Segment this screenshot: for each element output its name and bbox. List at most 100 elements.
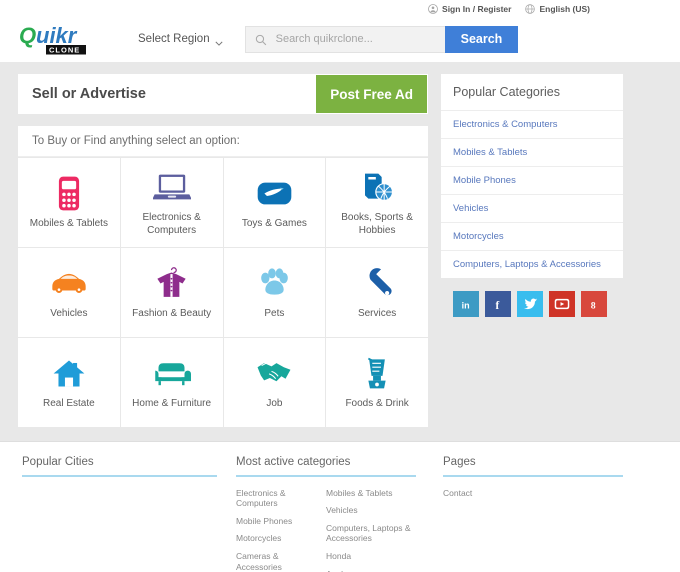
mobile-phone-icon (52, 174, 86, 212)
twitter-icon[interactable] (517, 291, 543, 317)
footer-category-item[interactable]: Honda (326, 548, 416, 566)
sell-or-advertise-title: Sell or Advertise (32, 86, 146, 102)
car-icon (49, 264, 89, 302)
category-tile-label: Foods & Drink (345, 398, 409, 410)
youtube-icon[interactable] (549, 291, 575, 317)
footer-category-item[interactable]: Motorcycles (236, 530, 326, 548)
handshake-icon (255, 354, 293, 392)
search-bar: Search (244, 25, 519, 53)
popular-categories-card: Popular Categories Electronics & Compute… (441, 74, 623, 278)
option-panel: To Buy or Find anything select an option… (18, 126, 428, 427)
blender-icon (362, 354, 392, 392)
left-column: Sell or Advertise Post Free Ad To Buy or… (18, 74, 428, 427)
footer-categories-col1: Electronics & Computers Mobile Phones Mo… (236, 484, 326, 572)
linkedin-icon[interactable]: in (453, 291, 479, 317)
site-header: Q uikr CLONE Select Region Search (0, 16, 680, 62)
svg-text:Q: Q (19, 23, 36, 48)
sofa-icon (152, 354, 192, 392)
svg-text:uikr: uikr (36, 23, 78, 48)
category-tile-home-furniture[interactable]: Home & Furniture (120, 338, 223, 427)
search-input[interactable] (273, 32, 445, 46)
footer-category-item[interactable]: Apple (326, 565, 416, 572)
footer-categories-list: Electronics & Computers Mobile Phones Mo… (236, 484, 416, 572)
toy-scooter-icon (256, 174, 293, 212)
category-tile-services[interactable]: Services (326, 248, 428, 337)
chevron-down-icon (215, 37, 223, 46)
user-circle-icon (428, 4, 438, 14)
social-links: in f 8 (441, 291, 623, 317)
facebook-icon[interactable]: f (485, 291, 511, 317)
footer-popular-cities: Popular Cities (22, 456, 217, 572)
footer-categories-col2: Mobiles & Tablets Vehicles Computers, La… (326, 484, 416, 572)
category-tile-books-sports-hobbies[interactable]: Books, Sports & Hobbies (326, 158, 428, 247)
footer-category-item[interactable]: Mobile Phones (236, 512, 326, 530)
site-footer: Popular Cities Most active categories El… (0, 441, 680, 572)
site-logo[interactable]: Q uikr CLONE (18, 21, 118, 57)
shirt-icon (154, 264, 189, 302)
category-tile-pets[interactable]: Pets (223, 248, 326, 337)
globe-icon (525, 4, 536, 14)
popular-category-item[interactable]: Electronics & Computers (441, 111, 623, 139)
category-tile-job[interactable]: Job (223, 338, 326, 427)
footer-heading-categories: Most active categories (236, 456, 416, 477)
select-region-dropdown[interactable]: Select Region (138, 33, 223, 46)
language-selector[interactable]: English (US) (525, 4, 590, 14)
popular-category-item[interactable]: Motorcycles (441, 223, 623, 251)
category-tile-label: Services (357, 308, 397, 320)
popular-category-item[interactable]: Mobiles & Tablets (441, 139, 623, 167)
category-tile-label: Mobiles & Tablets (29, 218, 108, 230)
footer-pages: Pages Contact (443, 456, 623, 572)
category-tile-real-estate[interactable]: Real Estate (18, 338, 120, 427)
footer-heading-pages: Pages (443, 456, 623, 477)
select-region-label: Select Region (138, 33, 210, 45)
category-tile-label: Fashion & Beauty (132, 308, 212, 320)
sell-or-advertise-bar: Sell or Advertise Post Free Ad (18, 74, 428, 114)
footer-page-item[interactable]: Contact (443, 484, 623, 502)
house-icon (52, 354, 86, 392)
search-button[interactable]: Search (444, 25, 519, 53)
category-tile-label: Toys & Games (241, 218, 307, 230)
category-tile-mobiles-tablets[interactable]: Mobiles & Tablets (18, 158, 120, 247)
search-input-wrapper[interactable] (244, 25, 445, 53)
post-free-ad-button[interactable]: Post Free Ad (316, 75, 427, 113)
category-tile-foods-drink[interactable]: Foods & Drink (326, 338, 428, 427)
footer-category-item[interactable]: Mobiles & Tablets (326, 484, 416, 502)
svg-text:in: in (461, 300, 469, 310)
wrench-icon (360, 264, 394, 302)
sign-in-register-label: Sign In / Register (442, 4, 512, 14)
footer-category-item[interactable]: Computers, Laptops & Accessories (326, 519, 416, 547)
popular-category-item[interactable]: Mobile Phones (441, 167, 623, 195)
category-tile-label: Vehicles (50, 308, 88, 320)
footer-category-item[interactable]: Vehicles (326, 502, 416, 520)
category-tile-fashion-beauty[interactable]: Fashion & Beauty (120, 248, 223, 337)
laptop-icon (152, 168, 191, 206)
category-tile-grid: Mobiles & Tablets Electronics & Computer… (18, 157, 428, 427)
category-tile-toys-games[interactable]: Toys & Games (223, 158, 326, 247)
category-tile-label: Home & Furniture (132, 398, 212, 410)
category-tile-label: Electronics & Computers (142, 212, 201, 236)
category-tile-label: Real Estate (43, 398, 95, 410)
category-tile-electronics-computers[interactable]: Electronics & Computers (120, 158, 223, 247)
main-content: Sell or Advertise Post Free Ad To Buy or… (0, 62, 680, 441)
category-tile-vehicles[interactable]: Vehicles (18, 248, 120, 337)
popular-category-item[interactable]: Vehicles (441, 195, 623, 223)
footer-category-item[interactable]: Cameras & Accessories (236, 548, 326, 572)
footer-category-item[interactable]: Electronics & Computers (236, 484, 326, 512)
utility-bar: Sign In / Register English (US) (0, 0, 680, 16)
language-label: English (US) (539, 4, 590, 14)
popular-category-item[interactable]: Computers, Laptops & Accessories (441, 251, 623, 278)
popular-categories-title: Popular Categories (441, 74, 623, 111)
right-sidebar: Popular Categories Electronics & Compute… (441, 74, 623, 427)
book-ball-icon (360, 168, 395, 206)
paw-icon (256, 264, 293, 302)
googleplus-icon[interactable]: 8 (581, 291, 607, 317)
option-hint-text: To Buy or Find anything select an option… (18, 126, 428, 157)
search-icon (255, 33, 267, 46)
svg-text:CLONE: CLONE (49, 46, 80, 55)
footer-most-active-categories: Most active categories Electronics & Com… (236, 456, 416, 572)
svg-text:f: f (495, 300, 499, 312)
footer-heading-cities: Popular Cities (22, 456, 217, 477)
svg-text:8: 8 (590, 300, 595, 311)
sign-in-register-link[interactable]: Sign In / Register (428, 4, 511, 14)
category-tile-label: Books, Sports & Hobbies (341, 212, 413, 236)
